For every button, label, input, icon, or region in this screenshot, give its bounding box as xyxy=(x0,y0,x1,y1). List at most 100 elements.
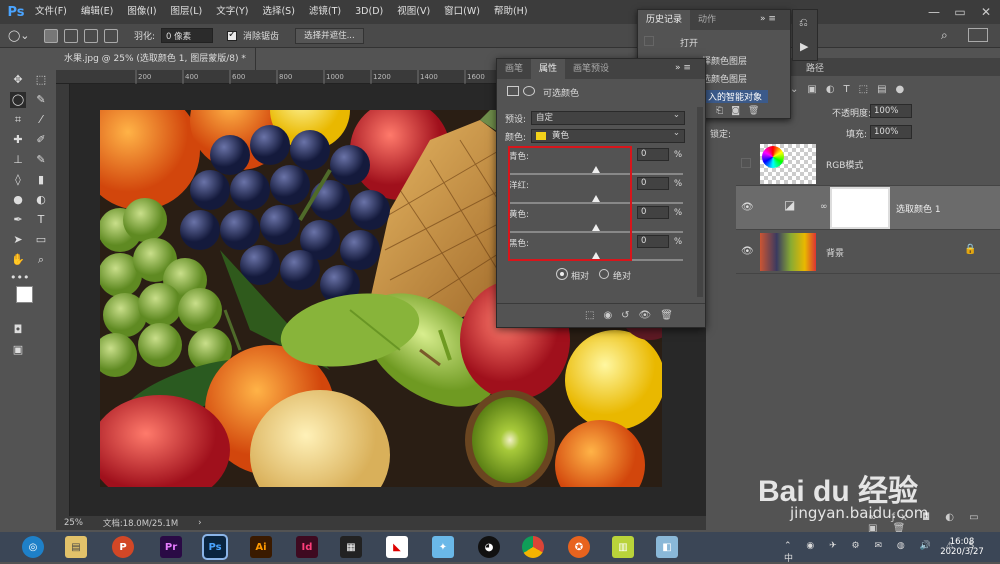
menu-type[interactable]: 文字(Y) xyxy=(209,0,255,24)
gradient-tool-icon[interactable]: ▮ xyxy=(33,172,49,188)
link-icon[interactable]: ∞ xyxy=(820,202,828,212)
menu-window[interactable]: 窗口(W) xyxy=(437,0,487,24)
new-selection-icon[interactable] xyxy=(44,28,58,43)
brush-tool-icon[interactable]: ✐ xyxy=(33,132,49,148)
zoom-tool-icon[interactable]: ⌕ xyxy=(33,252,49,268)
zoom-level[interactable]: 25% xyxy=(64,518,83,528)
properties-footer-icons[interactable]: ⬚◉↺👁🗑 xyxy=(585,310,682,321)
menu-file[interactable]: 文件(F) xyxy=(28,0,74,24)
hand-tool-icon[interactable]: ✋ xyxy=(10,252,26,268)
quick-select-tool-icon[interactable]: ✎ xyxy=(33,92,49,108)
fox-app-icon[interactable]: ✪ xyxy=(568,536,590,558)
layer-name[interactable]: 选取颜色 1 xyxy=(896,202,941,215)
layer-filter-icons[interactable]: ⌄▣◐T⬚▤● xyxy=(790,84,913,95)
history-icon[interactable]: ⎌ xyxy=(799,16,808,30)
file-explorer-icon[interactable]: ▤ xyxy=(65,536,87,558)
clock[interactable]: 16:08 2020/3/27 xyxy=(940,537,984,557)
tab-actions[interactable]: 动作 xyxy=(690,10,724,30)
eyedropper-tool-icon[interactable]: ⁄ xyxy=(33,112,49,128)
browser-icon[interactable]: ◎ xyxy=(22,536,44,558)
history-item[interactable]: 择颜色图层 xyxy=(702,54,747,67)
menu-view[interactable]: 视图(V) xyxy=(390,0,437,24)
healing-tool-icon[interactable]: ✚ xyxy=(10,132,26,148)
antialias-checkbox[interactable] xyxy=(227,29,238,41)
paths-tab[interactable]: 路径 xyxy=(806,61,824,74)
stamp-tool-icon[interactable]: ⊥ xyxy=(10,152,26,168)
menu-select[interactable]: 选择(S) xyxy=(255,0,301,24)
tab-history[interactable]: 历史记录 xyxy=(638,10,691,30)
more-tools-icon[interactable]: ••• xyxy=(10,270,29,286)
video-editor-icon[interactable]: ▦ xyxy=(340,536,362,558)
fill-input[interactable]: 100% xyxy=(870,125,912,139)
dodge-tool-icon[interactable]: ◐ xyxy=(33,192,49,208)
path-select-icon[interactable]: ➤ xyxy=(10,232,26,248)
chrome-icon[interactable] xyxy=(522,536,544,558)
menu-3d[interactable]: 3D(D) xyxy=(348,0,390,24)
history-footer-icons[interactable]: ⎗◙🗑 xyxy=(716,106,767,116)
app-icon[interactable]: ◣ xyxy=(386,536,408,558)
notes-app-icon[interactable]: ▥ xyxy=(612,536,634,558)
premiere-icon[interactable]: Pr xyxy=(160,536,182,558)
rectangle-tool-icon[interactable]: ▭ xyxy=(33,232,49,248)
yellow-value[interactable]: 0 xyxy=(637,206,669,219)
close-icon[interactable]: ✕ xyxy=(973,0,999,24)
minimize-icon[interactable]: — xyxy=(921,0,947,24)
crop-tool-icon[interactable]: ⌗ xyxy=(10,112,26,128)
select-and-mask-button[interactable]: 选择并遮住... xyxy=(295,27,364,44)
bird-app-icon[interactable]: ✦ xyxy=(432,536,454,558)
type-tool-icon[interactable]: T xyxy=(33,212,49,228)
properties-scrollbar[interactable] xyxy=(697,107,703,297)
history-item-selected[interactable]: 入的智能对象 xyxy=(702,90,769,103)
magenta-value[interactable]: 0 xyxy=(637,177,669,190)
layer-name[interactable]: 背景 xyxy=(826,246,844,259)
search-icon[interactable]: ⌕ xyxy=(941,28,948,43)
illustrator-icon[interactable]: Ai xyxy=(250,536,272,558)
powerpoint-icon[interactable]: P xyxy=(112,536,134,558)
eye-icon[interactable]: 👁 xyxy=(741,202,755,214)
eye-icon[interactable]: 👁 xyxy=(741,246,755,258)
play-icon[interactable]: ▶ xyxy=(800,40,808,53)
document-info[interactable]: 文档:18.0M/25.1M xyxy=(103,517,178,529)
qq-icon[interactable]: ◕ xyxy=(478,536,500,558)
layer-row-selected[interactable]: 👁 ◪ ∞ 选取颜色 1 xyxy=(736,186,1000,230)
cyan-value[interactable]: 0 xyxy=(637,148,669,161)
panel-menu-icon[interactable]: » ≡ xyxy=(760,14,776,24)
lasso-preset-icon[interactable]: ◯⌄ xyxy=(8,29,38,42)
visibility-toggle[interactable] xyxy=(741,158,751,168)
photoshop-taskbar-icon[interactable]: Ps xyxy=(202,534,228,560)
marquee-tool-icon[interactable]: ⬚ xyxy=(33,72,49,88)
feather-input[interactable]: 0 像素 xyxy=(161,28,214,43)
menu-help[interactable]: 帮助(H) xyxy=(487,0,535,24)
move-tool-icon[interactable]: ✥ xyxy=(10,72,26,88)
opacity-input[interactable]: 100% xyxy=(870,104,912,118)
layer-name[interactable]: RGB模式 xyxy=(826,158,863,171)
black-value[interactable]: 0 xyxy=(637,235,669,248)
pen-tool-icon[interactable]: ✒ xyxy=(10,212,26,228)
eraser-tool-icon[interactable]: ◊ xyxy=(10,172,26,188)
relative-radio[interactable] xyxy=(556,268,568,280)
menu-filter[interactable]: 滤镜(T) xyxy=(302,0,348,24)
menu-layer[interactable]: 图层(L) xyxy=(164,0,210,24)
layer-mask-thumbnail[interactable] xyxy=(830,187,890,229)
menu-image[interactable]: 图像(I) xyxy=(120,0,163,24)
absolute-radio[interactable] xyxy=(599,269,609,279)
subtract-selection-icon[interactable] xyxy=(84,28,98,43)
workspace-icon[interactable] xyxy=(968,28,988,42)
screen-mode-icon[interactable]: ▣ xyxy=(10,342,26,358)
history-item[interactable]: 打开 xyxy=(638,34,788,50)
folder-app-icon[interactable]: ◧ xyxy=(656,536,678,558)
document-tab[interactable]: 水果.jpg @ 25% (选取颜色 1, 图层蒙版/8) * xyxy=(56,48,256,70)
intersect-selection-icon[interactable] xyxy=(104,28,118,43)
layer-row[interactable]: 👁 背景 🔒 xyxy=(736,230,1000,274)
status-arrow-icon[interactable]: › xyxy=(198,518,201,528)
menu-edit[interactable]: 编辑(E) xyxy=(74,0,120,24)
quick-mask-icon[interactable]: ◘ xyxy=(10,322,26,338)
history-brush-icon[interactable]: ✎ xyxy=(33,152,49,168)
add-selection-icon[interactable] xyxy=(64,28,78,43)
history-item[interactable]: 选颜色图层 xyxy=(702,72,747,85)
layer-row[interactable]: RGB模式 xyxy=(736,142,1000,186)
blur-tool-icon[interactable]: ● xyxy=(10,192,26,208)
foreground-color-swatch[interactable] xyxy=(16,286,33,303)
restore-icon[interactable]: ▭ xyxy=(947,0,973,24)
indesign-icon[interactable]: Id xyxy=(296,536,318,558)
